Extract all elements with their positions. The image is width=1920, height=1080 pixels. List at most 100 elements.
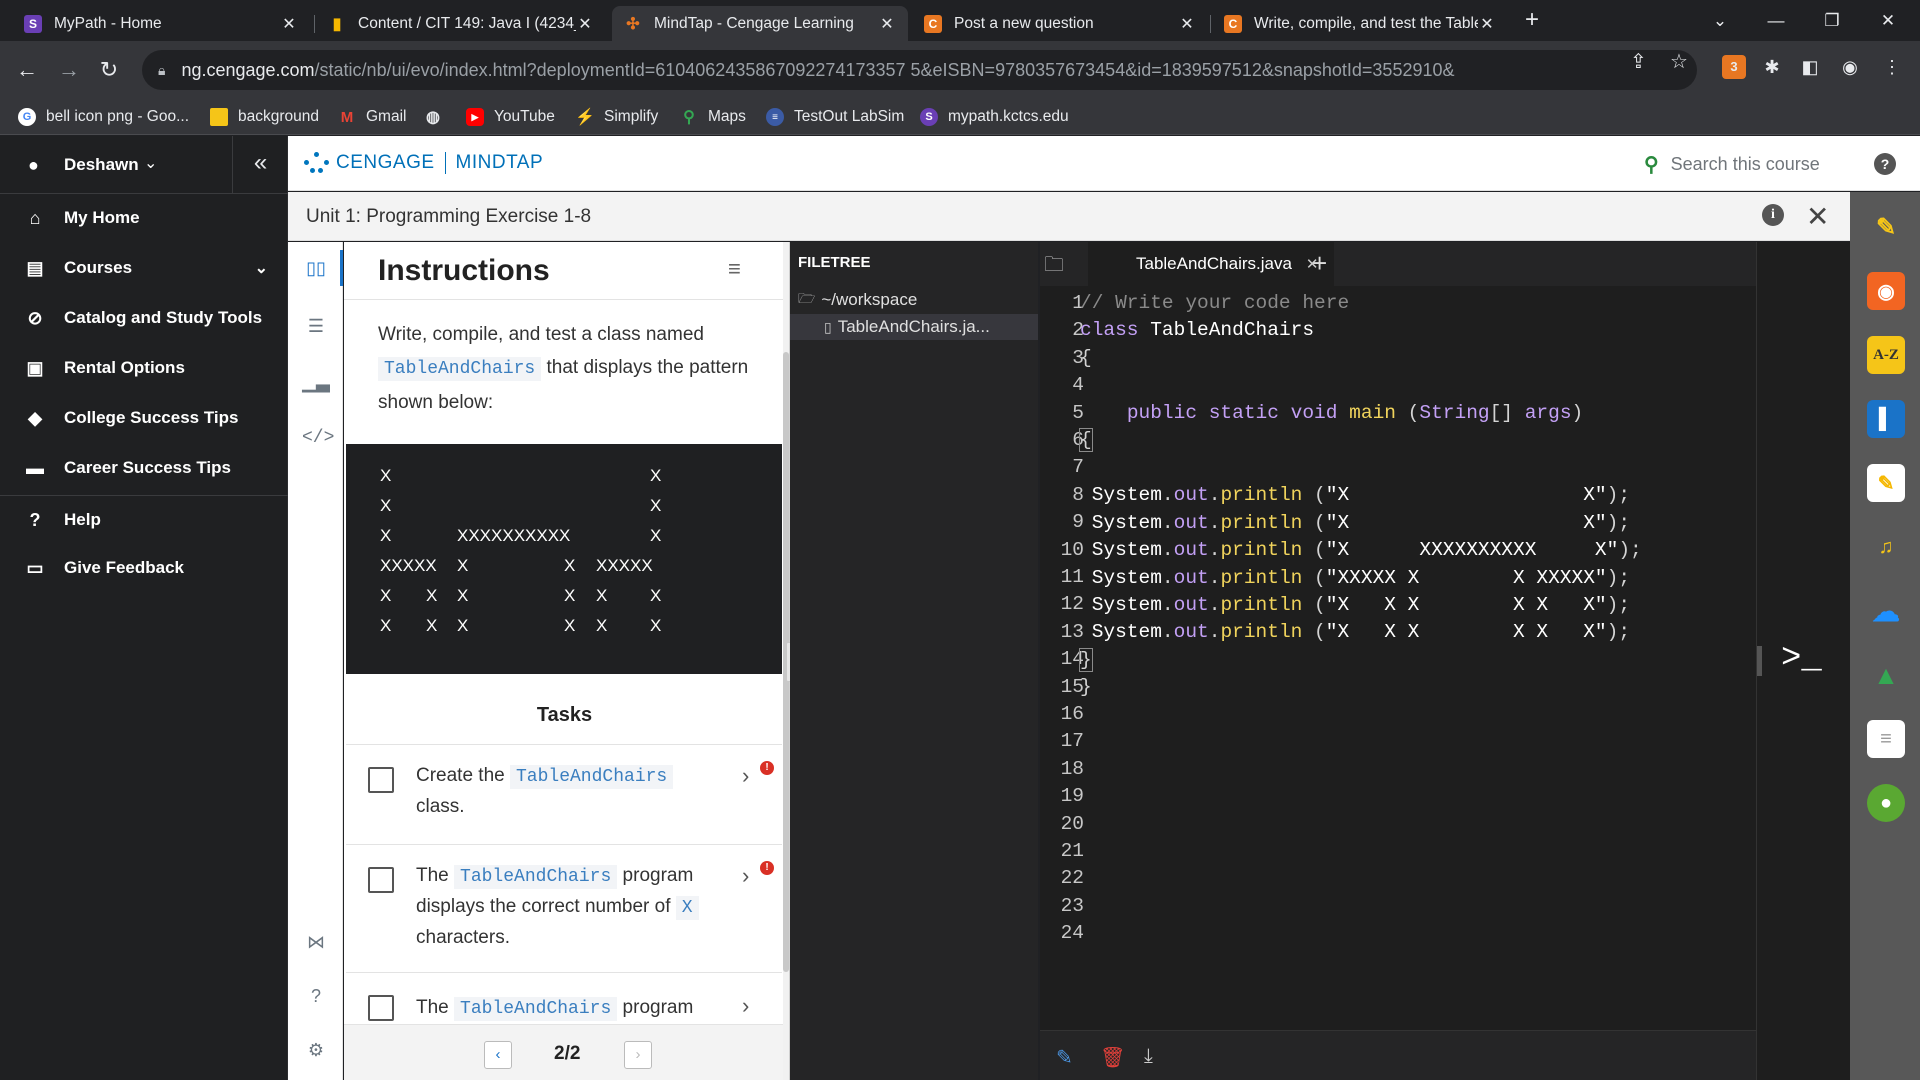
forward-icon[interactable]: → (52, 53, 86, 87)
terminal-icon[interactable]: >_ (1781, 640, 1822, 678)
bookmark-item[interactable]: background (210, 106, 319, 128)
task-item[interactable]: Create the TableAndChairs class. › ! (346, 744, 782, 844)
line-number: 13 (1060, 620, 1084, 643)
chevron-right-icon[interactable]: › (742, 763, 749, 789)
side-panel-icon[interactable]: ◧ (1798, 55, 1822, 79)
maps-icon: ⚲ (683, 109, 695, 126)
bookmark-star-icon[interactable]: ☆ (1670, 49, 1688, 74)
puzzle-icon[interactable]: ✱ (1760, 55, 1784, 79)
bookmark-item[interactable]: ◍ (424, 106, 452, 128)
activity-title-bar: Unit 1: Programming Exercise 1-8 i ✕ (288, 192, 1850, 241)
sidebar-item-help[interactable]: ? Help (0, 496, 288, 544)
close-activity-button[interactable]: ✕ (1806, 200, 1829, 233)
alert-badge: ! (760, 861, 774, 875)
task-checkbox[interactable] (368, 995, 394, 1021)
profile-icon[interactable]: ◉ (1838, 55, 1862, 79)
sidebar-item-rental[interactable]: ▣ Rental Options (0, 344, 288, 392)
close-icon[interactable]: ✕ (1178, 14, 1196, 34)
download-icon[interactable]: ⤓ (1144, 1045, 1153, 1068)
reload-icon[interactable]: ↻ (92, 53, 126, 87)
terminal-resize-handle[interactable] (1757, 646, 1762, 676)
browser-tab-content[interactable]: ▮ Content / CIT 149: Java I (4234_9 ✕ (316, 6, 606, 41)
browser-tab-mypath[interactable]: S MyPath - Home ✕ (12, 6, 310, 41)
book-open-icon[interactable]: ▯▯ (302, 254, 330, 282)
course-search[interactable]: ⚲ Search this course (1644, 152, 1820, 177)
browser-tab-post-question[interactable]: C Post a new question ✕ (912, 6, 1208, 41)
restore-button[interactable]: ❐ (1804, 0, 1860, 41)
task-item[interactable]: The TableAndChairs program › (346, 972, 782, 1032)
trash-icon[interactable]: 🗑︎ (1100, 1045, 1125, 1070)
pencil-icon[interactable]: ✎ (1056, 1045, 1073, 1070)
briefcase-icon: ▬ (26, 457, 44, 478)
notes-app-icon[interactable]: ✎ (1867, 464, 1905, 502)
close-icon[interactable]: ✕ (1478, 14, 1496, 34)
workspace-folder[interactable]: 🗁︎ ~/workspace (798, 287, 917, 313)
task-checkbox[interactable] (368, 767, 394, 793)
cloud-app-icon[interactable]: ☁ (1867, 592, 1905, 630)
settings-gear-icon[interactable]: ⚙ (302, 1036, 330, 1064)
sidebar-item-feedback[interactable]: ▭ Give Feedback (0, 544, 288, 592)
next-page-button[interactable]: › (624, 1041, 652, 1069)
new-tab-button[interactable]: + (1518, 6, 1546, 34)
checklist-icon[interactable]: ☰ (302, 312, 330, 340)
sidebar-item-college-tips[interactable]: ◆ College Success Tips (0, 394, 288, 442)
bookmarks-bar: Gbell icon png - Goo... background M Gmai… (0, 99, 1920, 135)
browser-tab-write-compile[interactable]: C Write, compile, and test the Table ✕ (1212, 6, 1508, 41)
folder-icon[interactable]: 🗀︎ (1044, 250, 1064, 284)
new-file-button[interactable]: + (1312, 248, 1327, 279)
drive-app-icon[interactable]: ▲ (1867, 656, 1905, 694)
chevron-right-icon[interactable]: › (742, 993, 749, 1019)
audio-app-icon[interactable]: ♫ (1867, 528, 1905, 566)
sidebar-item-career-tips[interactable]: ▬ Career Success Tips (0, 444, 288, 492)
cengage-mindtap-logo[interactable]: CENGAGE MINDTAP (304, 152, 543, 174)
close-icon[interactable]: ✕ (576, 14, 594, 34)
chart-icon[interactable]: ▁▃ (302, 368, 330, 396)
task-checkbox[interactable] (368, 867, 394, 893)
question-circle-icon[interactable]: ? (302, 982, 330, 1010)
extension-badge-icon[interactable]: 3 (1722, 55, 1746, 79)
help-button[interactable]: ? (1874, 153, 1896, 175)
line-number: 8 (1072, 483, 1084, 506)
rss-app-icon[interactable]: ◉ (1867, 272, 1905, 310)
sidebar-item-courses[interactable]: ▤ Courses ⌄ (0, 244, 288, 292)
close-icon[interactable]: ✕ (280, 14, 298, 34)
bookmark-item[interactable]: ▶ YouTube (466, 106, 555, 128)
browser-tab-mindtap[interactable]: ✣ MindTap - Cengage Learning ✕ (612, 6, 908, 41)
notepad-app-icon[interactable]: ≡ (1867, 720, 1905, 758)
file-tree-item[interactable]: ▯ TableAndChairs.ja... (790, 314, 1038, 340)
info-icon[interactable]: i (1762, 204, 1784, 226)
chevron-right-icon[interactable]: › (742, 863, 749, 889)
prev-page-button[interactable]: ‹ (484, 1041, 512, 1069)
collapse-sidebar-button[interactable]: « (232, 136, 288, 194)
address-bar[interactable]: 🔒︎ ng.cengage.com/static/nb/ui/evo/index… (142, 50, 1697, 90)
share-icon[interactable]: ⇪ (1630, 49, 1647, 74)
menu-kebab-icon[interactable]: ⋮ (1880, 55, 1904, 79)
minimize-button[interactable]: — (1748, 0, 1804, 41)
window-close-button[interactable]: ✕ (1860, 0, 1916, 41)
close-icon[interactable]: ✕ (878, 14, 896, 34)
hamburger-menu-icon[interactable]: ≡ (728, 256, 741, 282)
task-item[interactable]: The TableAndChairs program displays the … (346, 844, 782, 972)
bookmark-item[interactable]: ⚲ Maps (680, 106, 746, 128)
book-app-icon[interactable]: ▌ (1867, 400, 1905, 438)
sidebar-item-catalog[interactable]: ⊘ Catalog and Study Tools (0, 294, 288, 342)
user-menu[interactable]: ● Deshawn ⌄ « (0, 136, 288, 194)
share-nodes-icon[interactable]: ⋈ (302, 928, 330, 956)
bookmark-item[interactable]: M Gmail (338, 106, 407, 128)
tab-search-icon[interactable]: ⌄ (1692, 0, 1748, 41)
az-app-icon[interactable]: A-Z (1867, 336, 1905, 374)
pencil-app-icon[interactable]: ✎ (1867, 208, 1905, 246)
circle-app-icon[interactable]: ● (1867, 784, 1905, 822)
bookmark-item[interactable]: Smypath.kctcs.edu (920, 106, 1069, 128)
search-input[interactable]: Search this course (1671, 154, 1820, 175)
code-line: public static void main (String[] args) (1126, 402, 1584, 424)
code-line: System.out.println ("X X X X X X"); (1091, 594, 1631, 616)
bookmark-item[interactable]: ⚡ Simplify (575, 106, 658, 128)
bookmark-item[interactable]: ≡ TestOut LabSim (766, 106, 904, 128)
user-name: Deshawn (64, 155, 139, 174)
editor-tab[interactable]: TableAndChairs.java ✕ (1088, 242, 1334, 286)
back-icon[interactable]: ← (10, 53, 44, 87)
bookmark-item[interactable]: Gbell icon png - Goo... (18, 106, 189, 128)
sidebar-item-my-home[interactable]: ⌂ My Home (0, 194, 288, 242)
code-icon[interactable]: </> (302, 424, 334, 452)
